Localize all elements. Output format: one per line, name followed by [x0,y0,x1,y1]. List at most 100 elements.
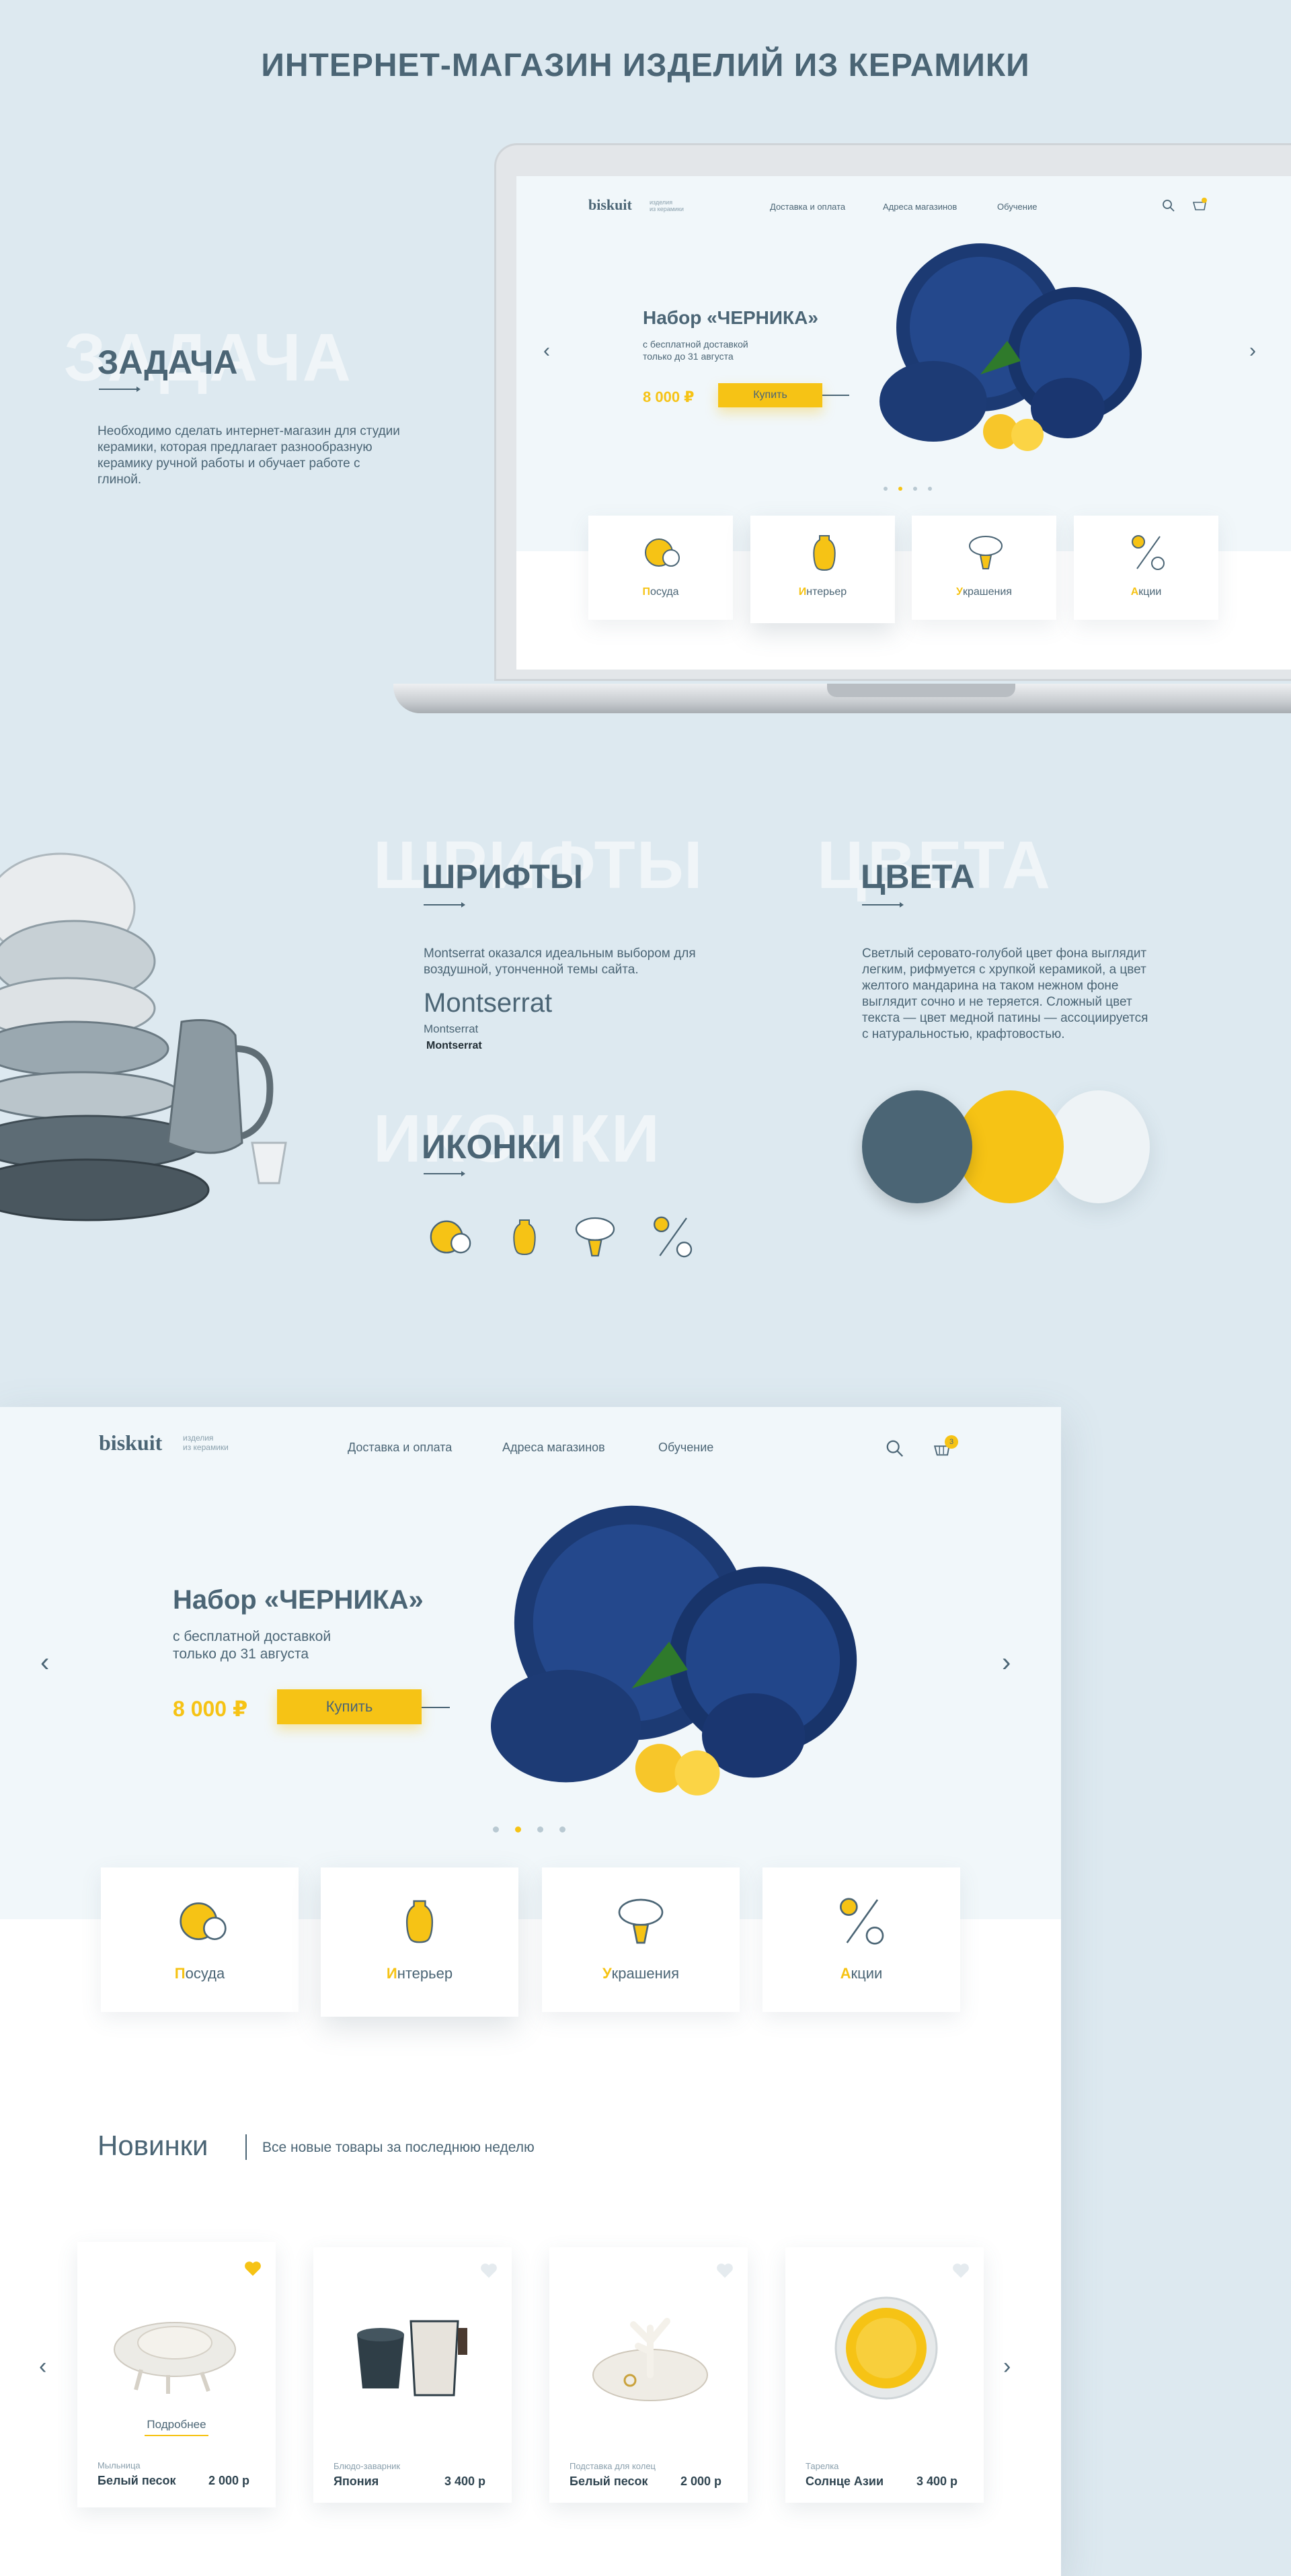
laptop-nav-delivery[interactable]: Доставка и оплата [770,202,845,212]
heart-icon[interactable] [951,2262,970,2283]
icons-title-arrow [424,1171,465,1176]
products-next-arrow[interactable]: › [1003,2355,1011,2378]
laptop-nav-stores[interactable]: Адреса магазинов [883,202,957,212]
laptop-logo-sub: изделия из керамики [650,199,684,213]
product-image-tea-set [344,2308,485,2412]
cart-icon[interactable]: 3 [933,1435,960,1459]
category-dishes-label: Посуда [174,1965,225,1982]
laptop-hero-line1: с бесплатной доставкой [643,339,748,350]
logo-sub-line2: из керамики [650,206,684,213]
category-jewelry-label: Украшения [602,1965,680,1982]
colors-title-arrow [862,902,904,908]
fonts-title-arrow [424,902,465,908]
product-card[interactable]: Подставка для колец Белый песок 2 000 р [549,2247,748,2503]
product-name: Белый песок [97,2474,176,2487]
category-dishes[interactable]: Посуда [101,1867,299,2012]
laptop-screen: biskuit изделия из керамики Доставка и о… [516,176,1291,670]
laptop-category-sales[interactable]: Акции [1074,516,1218,620]
nav-stores[interactable]: Адреса магазинов [502,1441,605,1455]
laptop-logo[interactable]: biskuit [588,196,632,214]
buy-button[interactable]: Купить [277,1689,422,1724]
laptop-hero-prev-arrow[interactable]: ‹ [543,341,550,361]
search-icon[interactable] [886,1439,904,1461]
laptop-hero-price: 8 000 ₽ [643,389,695,405]
logo-sub-line1: изделия [183,1433,214,1443]
hero-line2: только до 31 августа [173,1646,309,1662]
laptop-buy-button[interactable]: Купить [718,383,822,407]
laptop-category-dishes[interactable]: Посуда [588,516,733,620]
category-jewelry[interactable]: Украшения [542,1867,740,2012]
percent-icon [840,1898,884,1945]
dishes-icon [645,538,680,567]
product-card[interactable]: Блюдо-заварник Япония 3 400 р [313,2247,512,2503]
product-image-plate [832,2294,940,2405]
laptop-buy-arrow [822,395,849,396]
laptop-slider-dot-2[interactable] [898,487,902,491]
laptop-slider-dot-3[interactable] [913,487,917,491]
laptop-hero-title: Набор «ЧЕРНИКА» [643,307,818,328]
vase-icon [405,1900,434,1943]
product-price: 2 000 р [208,2474,250,2487]
category-sales-label: Акции [840,1965,883,1982]
laptop-slider-dot-4[interactable] [928,487,932,491]
slider-dot-2[interactable] [515,1826,521,1833]
lamp-icon [969,536,1003,569]
slider-dot-4[interactable] [559,1826,565,1833]
nav-learning[interactable]: Обучение [658,1441,713,1455]
color-swatch-patina [862,1090,972,1203]
site-logo[interactable]: biskuit [99,1431,162,1455]
task-text: Необходимо сделать интернет-магазин для … [97,424,400,487]
hero-title: Набор «ЧЕРНИКА» [173,1585,424,1615]
new-products-subtitle: Все новые товары за последнюю неделю [262,2140,535,2155]
product-card[interactable]: Подробнее Мыльница Белый песок 2 000 р [77,2242,276,2507]
laptop-search-icon[interactable] [1162,199,1175,216]
product-image-soap-dish [108,2302,242,2400]
icons-title: ИКОНКИ [422,1128,561,1166]
laptop-cart-icon[interactable] [1192,198,1208,216]
products-prev-arrow[interactable]: ‹ [39,2355,46,2378]
heart-icon[interactable] [479,2262,498,2283]
product-price: 3 400 р [444,2474,486,2488]
task-title: ЗАДАЧА [97,344,238,381]
category-interior[interactable]: Интерьер [321,1867,518,2017]
hero-next-arrow[interactable]: › [1002,1649,1011,1676]
laptop-hero-next-arrow[interactable]: › [1249,341,1256,361]
laptop-category-jewelry-label: Украшения [956,586,1012,598]
dishes-icon [180,1902,227,1940]
hero-price: 8 000 ₽ [173,1697,248,1721]
site-logo-sub: изделия из керамики [183,1433,229,1453]
hero-tableware-image [491,1494,894,1820]
percent-icon [654,1216,693,1258]
laptop-slider-dot-1[interactable] [884,487,888,491]
laptop-hero-line2: только до 31 августа [643,351,734,362]
font-sample-regular: Montserrat [424,1022,479,1035]
laptop-category-interior[interactable]: Интерьер [750,516,895,623]
laptop-category-jewelry[interactable]: Украшения [912,516,1056,620]
heart-icon[interactable] [243,2260,262,2281]
hero-line1: с бесплатной доставкой [173,1629,331,1644]
buy-arrow [422,1707,450,1708]
heart-icon[interactable] [715,2262,734,2283]
laptop-nav-learning[interactable]: Обучение [997,202,1037,212]
nav-delivery[interactable]: Доставка и оплата [348,1441,452,1455]
lamp-icon [618,1898,664,1944]
percent-icon [1132,535,1165,570]
new-products-title: Новинки [97,2130,208,2161]
slider-dot-1[interactable] [493,1826,499,1833]
slider-dot-3[interactable] [537,1826,543,1833]
laptop-category-dishes-label: Посуда [642,586,679,598]
product-card[interactable]: Тарелка Солнце Азии 3 400 р [785,2247,984,2503]
category-sales[interactable]: Акции [762,1867,960,2012]
fonts-text: Montserrat оказался идеальным выбором дл… [424,947,696,977]
laptop-notch [827,684,1015,697]
product-name: Япония [334,2474,379,2488]
site-mockup: biskuit изделия из керамики Доставка и о… [0,1407,1061,2576]
cart-count-badge: 3 [945,1435,958,1449]
vase-icon [813,535,836,571]
category-interior-label: Интерьер [386,1965,453,1982]
laptop-category-interior-label: Интерьер [798,586,847,598]
hero-prev-arrow[interactable]: ‹ [40,1649,49,1676]
new-products-divider [245,2134,247,2160]
product-name: Белый песок [570,2474,648,2488]
product-more-link[interactable]: Подробнее [77,2418,276,2431]
